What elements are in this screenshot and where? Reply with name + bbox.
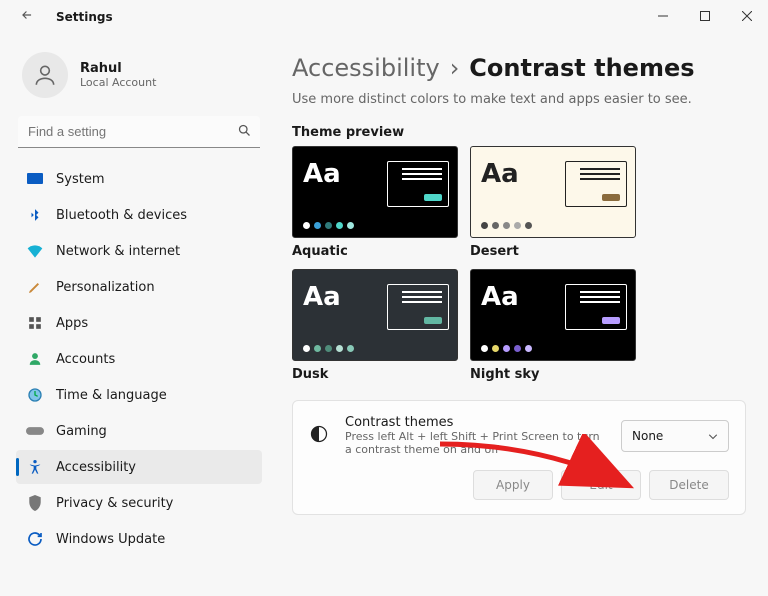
card-desc: Press left Alt + left Shift + Print Scre… xyxy=(345,430,605,456)
nav-system[interactable]: System xyxy=(16,162,262,196)
nav-apps[interactable]: Apps xyxy=(16,306,262,340)
avatar xyxy=(22,52,68,98)
user-name: Rahul xyxy=(80,61,156,76)
nav-personalization[interactable]: Personalization xyxy=(16,270,262,304)
nav-label: Bluetooth & devices xyxy=(56,208,187,223)
user-sub: Local Account xyxy=(80,76,156,89)
breadcrumb-current: Contrast themes xyxy=(469,54,694,82)
nav-network[interactable]: Network & internet xyxy=(16,234,262,268)
nav-gaming[interactable]: Gaming xyxy=(16,414,262,448)
account-row[interactable]: Rahul Local Account xyxy=(16,44,262,112)
accessibility-icon xyxy=(26,458,44,476)
close-button[interactable] xyxy=(726,0,768,32)
edit-button[interactable]: Edit xyxy=(561,470,641,500)
wifi-icon xyxy=(26,242,44,260)
update-icon xyxy=(26,530,44,548)
search-input[interactable] xyxy=(18,116,260,148)
tile-label: Aquatic xyxy=(292,244,458,259)
page-subtitle: Use more distinct colors to make text an… xyxy=(292,92,746,107)
apply-button[interactable]: Apply xyxy=(473,470,553,500)
contrast-icon xyxy=(309,424,331,448)
nav-label: Time & language xyxy=(56,388,167,403)
search-icon xyxy=(237,123,252,142)
nav-accounts[interactable]: Accounts xyxy=(16,342,262,376)
nav-label: Accounts xyxy=(56,352,115,367)
nav-label: System xyxy=(56,172,104,187)
nav-label: Accessibility xyxy=(56,460,136,475)
section-theme-preview: Theme preview xyxy=(292,125,746,140)
nav-list: System Bluetooth & devices Network & int… xyxy=(16,162,262,556)
window-title: Settings xyxy=(56,10,113,24)
search-field[interactable] xyxy=(18,116,260,148)
apps-icon xyxy=(26,314,44,332)
nav-label: Gaming xyxy=(56,424,107,439)
nav-bluetooth[interactable]: Bluetooth & devices xyxy=(16,198,262,232)
bluetooth-icon xyxy=(26,206,44,224)
nav-accessibility[interactable]: Accessibility xyxy=(16,450,262,484)
display-icon xyxy=(26,170,44,188)
dropdown-value: None xyxy=(632,429,663,443)
nav-time[interactable]: Time & language xyxy=(16,378,262,412)
globe-clock-icon xyxy=(26,386,44,404)
tile-label: Night sky xyxy=(470,367,636,382)
nav-update[interactable]: Windows Update xyxy=(16,522,262,556)
delete-button[interactable]: Delete xyxy=(649,470,729,500)
theme-tile-dusk[interactable]: Aa Dusk xyxy=(292,269,458,382)
chevron-down-icon xyxy=(708,429,718,443)
nav-label: Personalization xyxy=(56,280,155,295)
tile-label: Desert xyxy=(470,244,636,259)
breadcrumb: Accessibility › Contrast themes xyxy=(292,54,746,82)
theme-tile-night-sky[interactable]: Aa Night sky xyxy=(470,269,636,382)
breadcrumb-sep: › xyxy=(450,54,460,82)
person-icon xyxy=(26,350,44,368)
maximize-button[interactable] xyxy=(684,0,726,32)
nav-label: Network & internet xyxy=(56,244,180,259)
theme-tile-aquatic[interactable]: Aa Aquatic xyxy=(292,146,458,259)
nav-label: Privacy & security xyxy=(56,496,173,511)
theme-dropdown[interactable]: None xyxy=(621,420,729,452)
contrast-themes-card: Contrast themes Press left Alt + left Sh… xyxy=(292,400,746,515)
shield-icon xyxy=(26,494,44,512)
minimize-button[interactable] xyxy=(642,0,684,32)
tile-label: Dusk xyxy=(292,367,458,382)
card-title: Contrast themes xyxy=(345,415,605,430)
nav-label: Apps xyxy=(56,316,88,331)
breadcrumb-parent[interactable]: Accessibility xyxy=(292,54,440,82)
paint-icon xyxy=(26,278,44,296)
theme-tile-desert[interactable]: Aa Desert xyxy=(470,146,636,259)
gaming-icon xyxy=(26,422,44,440)
nav-label: Windows Update xyxy=(56,532,165,547)
nav-privacy[interactable]: Privacy & security xyxy=(16,486,262,520)
back-button[interactable] xyxy=(20,8,40,26)
